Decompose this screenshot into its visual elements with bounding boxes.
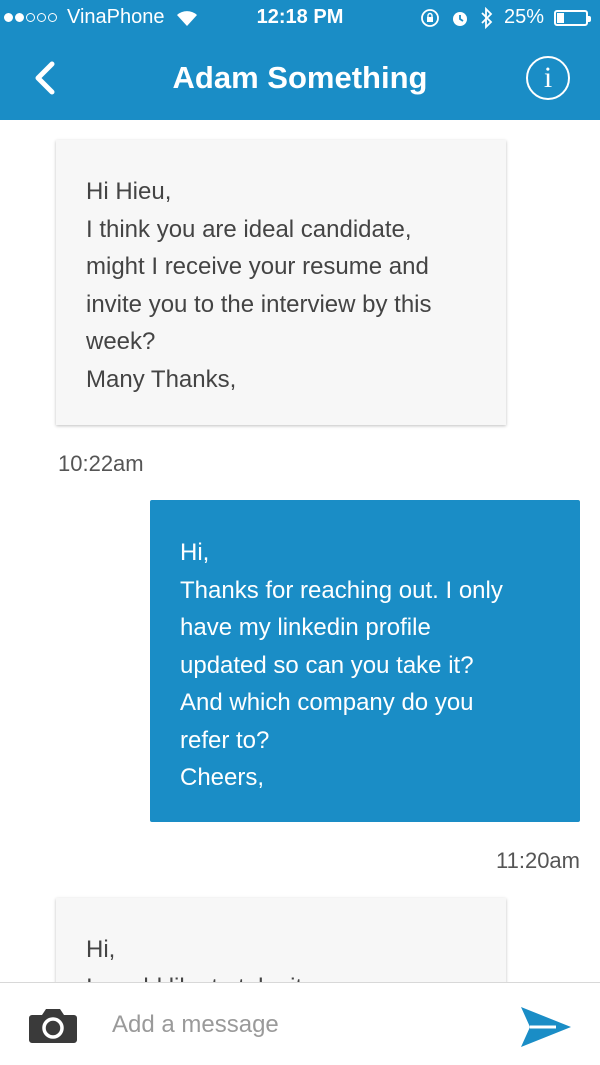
message-list[interactable]: Hi Hieu, I think you are ideal candidate… [0, 120, 600, 982]
message-line: Hi, [86, 936, 116, 963]
message-line: refer to? [180, 726, 270, 754]
alarm-icon [452, 11, 467, 26]
battery-percent: 25% [503, 6, 544, 28]
rotation-lock-icon [421, 8, 439, 27]
message-line: Many Thanks, [86, 365, 237, 393]
message-line: week? [86, 328, 156, 355]
message-line: Hi, [180, 539, 210, 566]
camera-icon[interactable] [28, 1005, 78, 1045]
status-right: 25% [420, 6, 591, 29]
message-line: And which company do you [180, 689, 474, 716]
info-button[interactable]: i [526, 56, 570, 100]
message-line: I would like to take it as your [86, 969, 486, 983]
app-header: VinaPhone 12:18 PM 25% Adam Something i [0, 0, 600, 120]
message-line: Thanks for reaching out. I only [180, 576, 503, 604]
back-button[interactable] [28, 56, 64, 100]
message-bubble-outgoing: Hi, Thanks for reaching out. I only have… [150, 500, 580, 822]
message-line: Cheers, [180, 764, 265, 791]
message-line: I think you are ideal candidate, [86, 215, 412, 243]
message-line: might I receive your resume and [86, 253, 429, 280]
message-bubble-incoming: Hi, I would like to take it as your [56, 898, 506, 982]
wifi-icon [176, 10, 197, 26]
message-composer [0, 982, 600, 1065]
message-line: have my linkedin profile [180, 614, 431, 641]
battery-fill [557, 12, 564, 23]
status-left: VinaPhone [4, 6, 199, 29]
message-line: updated so can you take it? [180, 651, 474, 679]
message-input[interactable] [110, 1001, 494, 1049]
send-icon[interactable] [518, 1003, 574, 1051]
status-bar: VinaPhone 12:18 PM 25% [0, 0, 600, 38]
carrier-name: VinaPhone [67, 6, 165, 28]
signal-strength-icon [4, 13, 57, 22]
message-timestamp: 11:20am [496, 848, 580, 873]
message-line: invite you to the interview by this [86, 290, 432, 318]
conversation-title: Adam Something [172, 60, 428, 95]
message-timestamp: 10:22am [58, 451, 144, 476]
battery-icon [554, 9, 591, 26]
nav-bar: Adam Something i [0, 38, 600, 120]
message-bubble-incoming: Hi Hieu, I think you are ideal candidate… [56, 140, 506, 425]
bluetooth-icon [481, 6, 493, 29]
message-line: Hi Hieu, [86, 178, 172, 205]
